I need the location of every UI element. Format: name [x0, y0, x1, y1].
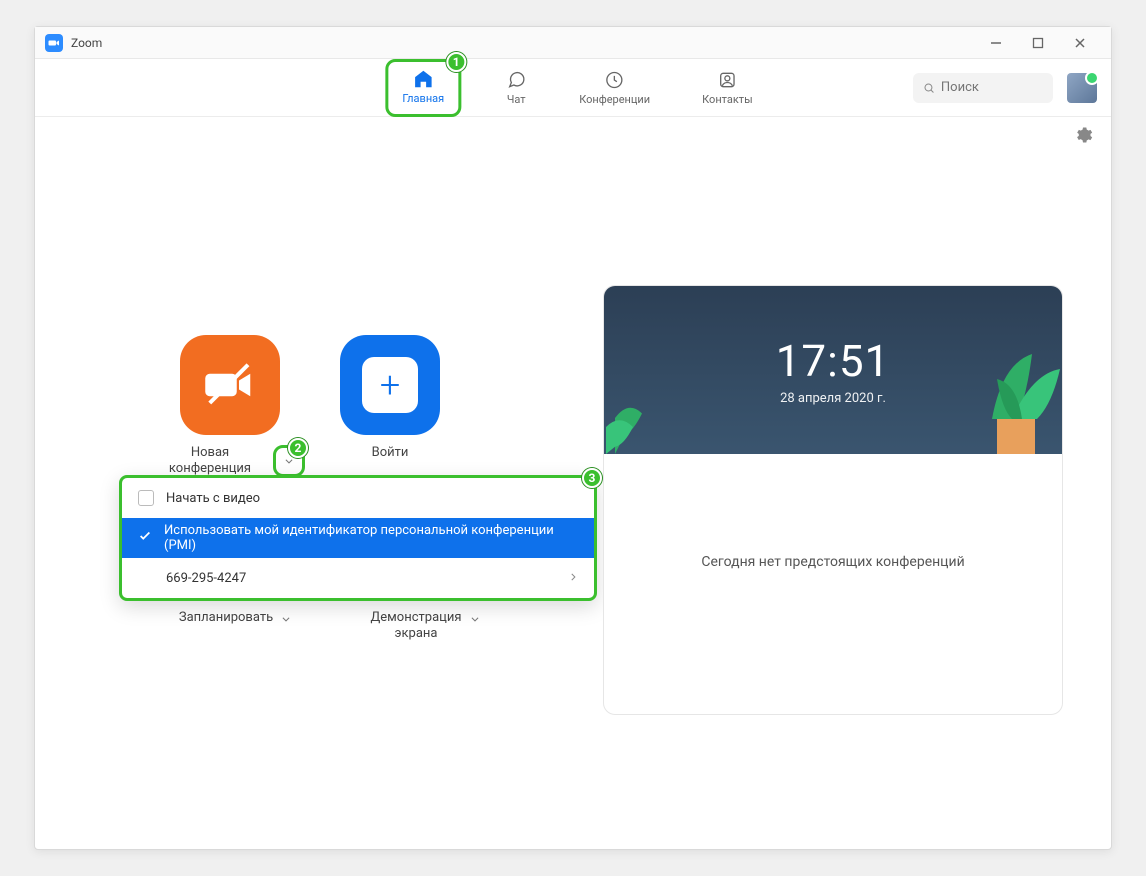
annotation-badge-2: 2: [288, 438, 308, 458]
zoom-logo-icon: [45, 34, 63, 52]
chevron-down-icon: [470, 614, 480, 624]
schedule-label-row: Запланировать: [155, 610, 315, 641]
dropdown-item-use-pmi[interactable]: Использовать мой идентификатор персональ…: [122, 518, 594, 558]
action-new-meeting: Новая конференция 2: [155, 335, 305, 477]
titlebar-left: Zoom: [45, 34, 102, 52]
tab-chat[interactable]: Чат: [497, 59, 535, 117]
tab-home[interactable]: Главная: [394, 64, 452, 109]
new-meeting-tile[interactable]: [180, 335, 280, 435]
calendar-date: 28 апреля 2020 г.: [780, 391, 886, 406]
annotation-box-1: 1 Главная: [385, 59, 461, 117]
new-meeting-dropdown: 3 Начать с видео Использовать мой иденти…: [119, 475, 597, 601]
contacts-icon: [716, 69, 738, 91]
secondary-actions-row: Запланировать Демонстрация экрана: [155, 610, 505, 641]
schedule-label: Запланировать: [179, 610, 273, 625]
content: Новая конференция 2 + Войти: [35, 145, 1111, 849]
chevron-down-icon: [281, 614, 291, 624]
share-label-row: Демонстрация экрана: [345, 610, 505, 641]
nav-tabs: 1 Главная Чат Конференции: [385, 59, 760, 117]
home-icon: [412, 68, 434, 90]
app-window: Zoom 1 Главная Чат: [34, 26, 1112, 850]
share-label: Демонстрация экрана: [371, 610, 462, 641]
chevron-down-icon: [284, 456, 294, 466]
annotation-badge-3: 3: [582, 468, 602, 488]
maximize-button[interactable]: [1017, 29, 1059, 57]
calendar-body: Сегодня нет предстоящих конференций: [604, 454, 1062, 570]
check-icon: [138, 529, 152, 547]
search-icon: [923, 81, 935, 95]
tab-contacts[interactable]: Контакты: [694, 59, 761, 117]
action-join: + Войти: [315, 335, 465, 477]
search-box[interactable]: [913, 73, 1053, 103]
new-meeting-label-row: Новая конференция 2: [155, 445, 305, 477]
plant-left-illustration: [604, 364, 698, 454]
search-input[interactable]: [941, 80, 1043, 95]
calendar-card: 17:51 28 апреля 2020 г. Сегодня нет пред…: [603, 285, 1063, 715]
chevron-right-icon: [568, 571, 578, 586]
avatar[interactable]: [1067, 73, 1097, 103]
titlebar: Zoom: [35, 27, 1111, 59]
gear-icon: [1073, 125, 1093, 145]
dropdown-item-start-with-video[interactable]: Начать с видео: [122, 478, 594, 518]
action-grid: Новая конференция 2 + Войти: [155, 335, 465, 477]
no-meetings-text: Сегодня нет предстоящих конференций: [620, 554, 1046, 570]
calendar-hero: 17:51 28 апреля 2020 г.: [604, 286, 1062, 454]
join-label: Войти: [372, 445, 409, 460]
start-with-video-label: Начать с видео: [166, 491, 260, 506]
navbar: 1 Главная Чат Конференции: [35, 59, 1111, 117]
plant-right-illustration: [942, 334, 1062, 454]
plus-icon: +: [362, 357, 418, 413]
calendar-time: 17:51: [776, 335, 891, 387]
dropdown-item-pmi-value[interactable]: 669-295-4247: [122, 558, 594, 598]
navbar-right: [913, 73, 1097, 103]
tab-meetings[interactable]: Конференции: [571, 59, 658, 117]
join-tile[interactable]: +: [340, 335, 440, 435]
checkbox-unchecked-icon: [138, 490, 154, 506]
window-title: Zoom: [71, 36, 102, 50]
minimize-button[interactable]: [975, 29, 1017, 57]
pmi-value: 669-295-4247: [166, 571, 246, 586]
clock-icon: [604, 69, 626, 91]
annotation-box-2: 2: [273, 445, 305, 477]
annotation-badge-1: 1: [446, 52, 466, 72]
video-icon: [203, 358, 257, 412]
use-pmi-label: Использовать мой идентификатор персональ…: [164, 523, 578, 553]
close-button[interactable]: [1059, 29, 1101, 57]
chat-icon: [505, 69, 527, 91]
new-meeting-label: Новая конференция: [155, 445, 265, 476]
window-controls: [975, 29, 1101, 57]
